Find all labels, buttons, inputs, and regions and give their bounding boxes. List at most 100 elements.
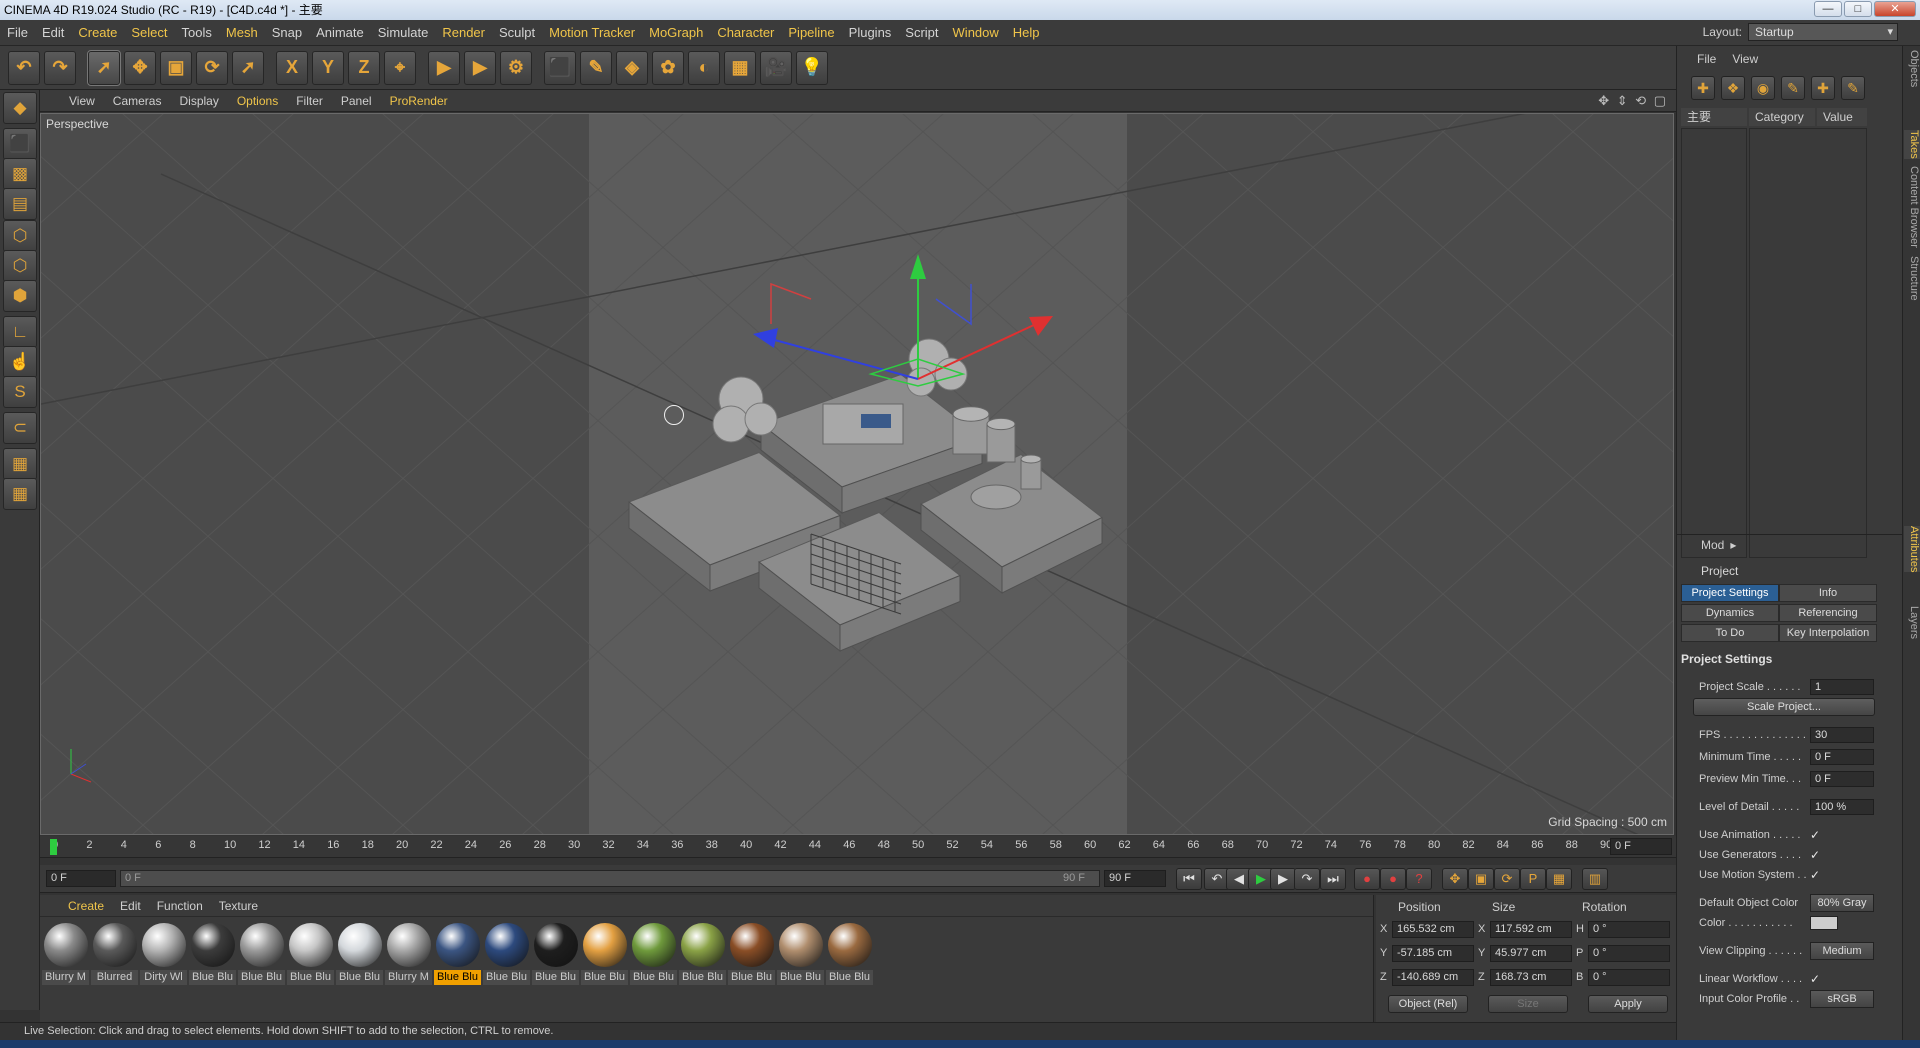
- floor-button[interactable]: ▦: [724, 50, 756, 85]
- menu-pipeline[interactable]: Pipeline: [781, 25, 841, 40]
- attr-checkbox[interactable]: ✓: [1810, 866, 1820, 884]
- group-take-icon[interactable]: ✚: [1811, 76, 1835, 100]
- menu-snap[interactable]: Snap: [265, 25, 309, 40]
- key-parameter-button[interactable]: P: [1520, 868, 1546, 890]
- material-swatch[interactable]: Blue Blu: [679, 923, 726, 985]
- x-axis-button[interactable]: X: [276, 50, 308, 85]
- attr-checkbox[interactable]: ✓: [1810, 826, 1820, 844]
- coord-position-field[interactable]: 165.532 cm: [1392, 920, 1474, 938]
- points-mode-icon[interactable]: ⬡: [3, 220, 37, 252]
- attr-value-select[interactable]: Medium: [1810, 942, 1874, 960]
- goto-next-key-button[interactable]: ↷: [1294, 868, 1320, 890]
- coord-size-field[interactable]: 45.977 cm: [1490, 944, 1572, 962]
- menu-animate[interactable]: Animate: [309, 25, 371, 40]
- deformer-button[interactable]: ◐: [688, 50, 720, 85]
- goto-end-button[interactable]: ⏭: [1320, 868, 1346, 890]
- material-swatch[interactable]: Blue Blu: [728, 923, 775, 985]
- viewport-menu-panel[interactable]: Panel: [332, 94, 381, 108]
- menu-file[interactable]: File: [0, 25, 35, 40]
- attr-value-field[interactable]: 0 F: [1810, 749, 1874, 765]
- lock-workplane-icon[interactable]: ▦: [3, 478, 37, 510]
- take-properties[interactable]: [1749, 128, 1867, 558]
- record-button[interactable]: ●: [1354, 868, 1380, 890]
- viewport-menu-display[interactable]: Display: [170, 94, 227, 108]
- attr-tab-key-interpolation[interactable]: Key Interpolation: [1779, 624, 1877, 642]
- objects-view-menu[interactable]: View: [1732, 52, 1758, 66]
- workplane-mode-icon[interactable]: ▤: [3, 188, 37, 220]
- attr-tab-to-do[interactable]: To Do: [1681, 624, 1779, 642]
- side-tab-content-browser[interactable]: Content Browser: [1904, 166, 1920, 248]
- timeline-ruler[interactable]: 0246810121416182022242628303234363840424…: [40, 836, 1676, 858]
- menu-motion-tracker[interactable]: Motion Tracker: [542, 25, 642, 40]
- menu-mograph[interactable]: MoGraph: [642, 25, 710, 40]
- menu-plugins[interactable]: Plugins: [842, 25, 899, 40]
- menu-tools[interactable]: Tools: [175, 25, 219, 40]
- attr-tab-info[interactable]: Info: [1779, 584, 1877, 602]
- start-frame-field[interactable]: 0 F: [46, 870, 116, 887]
- menu-render[interactable]: Render: [435, 25, 492, 40]
- material-swatch[interactable]: Blue Blu: [238, 923, 285, 985]
- render-view-button[interactable]: ▶: [428, 50, 460, 85]
- material-swatch[interactable]: Blue Blu: [483, 923, 530, 985]
- model-mode-icon[interactable]: ⬛: [3, 128, 37, 160]
- material-swatch[interactable]: Blue Blu: [581, 923, 628, 985]
- material-menu-create[interactable]: Create: [60, 899, 112, 913]
- workplane-icon[interactable]: ▦: [3, 448, 37, 480]
- side-tab-attributes[interactable]: Attributes: [1904, 526, 1920, 573]
- texture-mode-icon[interactable]: ▩: [3, 158, 37, 190]
- attr-tab-project-settings[interactable]: Project Settings: [1681, 584, 1779, 602]
- auto-take-icon[interactable]: ◉: [1751, 76, 1775, 100]
- side-tab-structure[interactable]: Structure: [1904, 256, 1920, 301]
- attr-color-swatch[interactable]: [1810, 916, 1838, 930]
- attr-checkbox[interactable]: ✓: [1810, 970, 1820, 988]
- axis-mode-icon[interactable]: ∟: [3, 316, 37, 348]
- side-tab-layers[interactable]: Layers: [1904, 606, 1920, 639]
- material-swatch[interactable]: Blue Blu: [287, 923, 334, 985]
- polygons-mode-icon[interactable]: ⬢: [3, 280, 37, 312]
- attr-value-field[interactable]: 100 %: [1810, 799, 1874, 815]
- maximize-button[interactable]: □: [1844, 1, 1872, 17]
- material-menu-edit[interactable]: Edit: [112, 899, 149, 913]
- coord-position-field[interactable]: -57.185 cm: [1392, 944, 1474, 962]
- material-swatch[interactable]: Blue Blu: [777, 923, 824, 985]
- undo-button[interactable]: ↶: [8, 50, 40, 85]
- coord-rotation-field[interactable]: 0 °: [1588, 968, 1670, 986]
- light-button[interactable]: 💡: [796, 50, 828, 85]
- menu-simulate[interactable]: Simulate: [371, 25, 436, 40]
- attr-value-field[interactable]: 0 F: [1810, 771, 1874, 787]
- timeline-button[interactable]: ▥: [1582, 868, 1608, 890]
- take-list[interactable]: [1681, 128, 1747, 558]
- viewport-menu-prorender[interactable]: ProRender: [381, 94, 457, 108]
- subdivision-button[interactable]: ◈: [616, 50, 648, 85]
- material-swatch[interactable]: Blurry M: [385, 923, 432, 985]
- menu-create[interactable]: Create: [71, 25, 124, 40]
- material-menu-function[interactable]: Function: [149, 899, 211, 913]
- render-picture-viewer-button[interactable]: ▶: [464, 50, 496, 85]
- attributes-mode-menu[interactable]: Mod: [1701, 538, 1724, 552]
- coord-position-field[interactable]: -140.689 cm: [1392, 968, 1474, 986]
- viewport-menu-options[interactable]: Options: [228, 94, 287, 108]
- material-swatch[interactable]: Blurry M: [42, 923, 89, 985]
- attr-tab-referencing[interactable]: Referencing: [1779, 604, 1877, 622]
- material-swatch[interactable]: Blue Blu: [434, 923, 481, 985]
- coord-rotation-field[interactable]: 0 °: [1588, 920, 1670, 938]
- attr-value-field[interactable]: 1: [1810, 679, 1874, 695]
- keyframe-selection-button[interactable]: ?: [1406, 868, 1432, 890]
- material-swatch[interactable]: Blue Blu: [189, 923, 236, 985]
- coord-mode-select[interactable]: Object (Rel): [1388, 995, 1468, 1013]
- edges-mode-icon[interactable]: ⬡: [3, 250, 37, 282]
- coord-size-mode-select[interactable]: Size: [1488, 995, 1568, 1013]
- material-menu-texture[interactable]: Texture: [211, 899, 266, 913]
- attr-value-select[interactable]: sRGB: [1810, 990, 1874, 1008]
- viewport-menu-cameras[interactable]: Cameras: [104, 94, 171, 108]
- make-editable-icon[interactable]: ◆: [3, 92, 37, 124]
- override-icon[interactable]: ✎: [1781, 76, 1805, 100]
- solo-icon[interactable]: S: [3, 376, 37, 408]
- move-button[interactable]: ✥: [124, 50, 156, 85]
- z-axis-button[interactable]: Z: [348, 50, 380, 85]
- material-swatch[interactable]: Dirty Wl: [140, 923, 187, 985]
- timeline-playhead[interactable]: [50, 839, 57, 855]
- menu-character[interactable]: Character: [710, 25, 781, 40]
- attr-tab-dynamics[interactable]: Dynamics: [1681, 604, 1779, 622]
- cube-button[interactable]: ⬛: [544, 50, 576, 85]
